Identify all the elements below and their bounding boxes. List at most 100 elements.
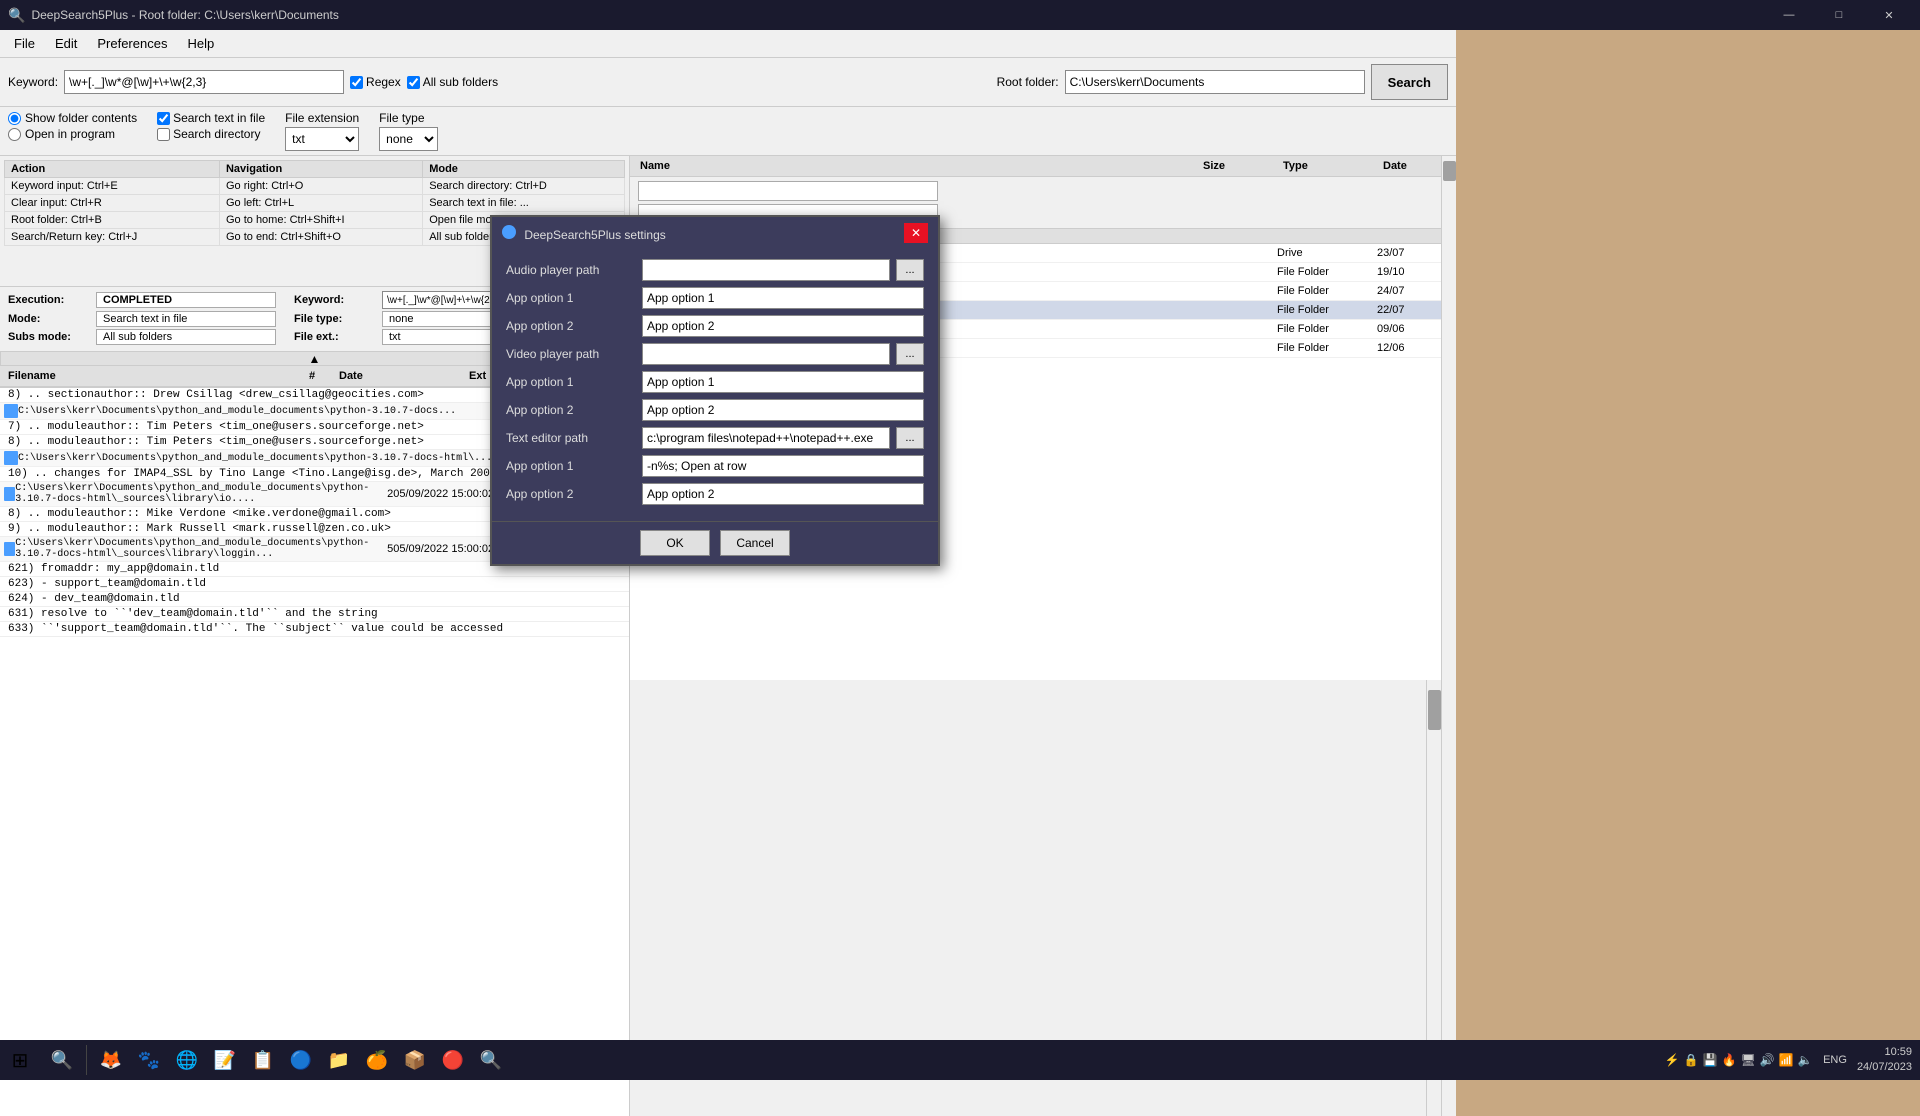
tree-item-type: Drive — [1277, 247, 1377, 259]
all-sub-folders-group[interactable]: All sub folders — [407, 75, 498, 89]
open-in-program-label: Open in program — [25, 127, 115, 141]
search-button[interactable]: Search — [1371, 64, 1448, 100]
video-player-row: Video player path ... — [506, 343, 924, 365]
shortcut-cell: Go left: Ctrl+L — [219, 195, 422, 212]
shortcut-row: Clear input: Ctrl+R Go left: Ctrl+L Sear… — [5, 195, 625, 212]
taskbar-icon-app2[interactable]: 🌐 — [169, 1042, 205, 1078]
search-directory-checkbox[interactable] — [157, 128, 170, 141]
regex-checkbox-group[interactable]: Regex — [350, 75, 401, 89]
filename-col-header: Filename — [4, 368, 305, 384]
tray-icon-2[interactable]: 🔒 — [1683, 1052, 1699, 1068]
video-option1-label: App option 1 — [506, 375, 636, 389]
tray-icon-4[interactable]: 🔥 — [1721, 1052, 1737, 1068]
tray-icon-3[interactable]: 💾 — [1702, 1052, 1718, 1068]
tree-item-type: File Folder — [1277, 285, 1377, 297]
text-editor-row: Text editor path ... — [506, 427, 924, 449]
taskbar-icon-wolf[interactable]: 🦊 — [93, 1042, 129, 1078]
clock-time: 10:59 — [1857, 1045, 1912, 1060]
shortcut-cell: Keyword input: Ctrl+E — [5, 178, 220, 195]
dialog-footer: OK Cancel — [492, 521, 938, 564]
list-item: 623) - support_team@domain.tld — [0, 577, 629, 592]
menu-preferences[interactable]: Preferences — [87, 32, 177, 55]
taskbar-icon-app10[interactable]: 🔍 — [473, 1042, 509, 1078]
search-text-checkbox[interactable] — [157, 112, 170, 125]
menu-bar: File Edit Preferences Help — [0, 30, 1456, 58]
root-folder-input[interactable] — [1065, 70, 1365, 94]
taskbar-icon-app9[interactable]: 🔴 — [435, 1042, 471, 1078]
network-icon[interactable]: 📶 — [1778, 1052, 1794, 1068]
separator — [86, 1045, 87, 1075]
file-type-select[interactable]: none text binary — [379, 127, 438, 151]
search-text-group[interactable]: Search text in file — [157, 111, 265, 125]
far-right-scrollbar[interactable] — [1441, 156, 1456, 1116]
video-option2-row: App option 2 — [506, 399, 924, 421]
language-indicator[interactable]: ENG — [1817, 1054, 1853, 1066]
dialog-close-button[interactable]: ✕ — [904, 223, 928, 243]
scroll-thumb[interactable] — [1443, 161, 1456, 181]
close-button[interactable]: ✕ — [1866, 0, 1912, 30]
text-option2-row: App option 2 — [506, 483, 924, 505]
file-icon — [4, 404, 18, 418]
taskbar-icon-app7[interactable]: 🍊 — [359, 1042, 395, 1078]
taskbar-clock[interactable]: 10:59 24/07/2023 — [1857, 1045, 1912, 1076]
tray-icons: ⚡ 🔒 💾 🔥 🖥 🔊 📶 🔈 — [1664, 1052, 1813, 1068]
text-option1-input[interactable] — [642, 455, 924, 477]
scroll-thumb[interactable] — [1428, 690, 1441, 730]
search-directory-group[interactable]: Search directory — [157, 127, 265, 141]
taskbar-icon-app6[interactable]: 📁 — [321, 1042, 357, 1078]
shortcut-cell: Search text in file: ... — [423, 195, 625, 212]
file-type-group: File type none text binary — [379, 111, 438, 151]
taskbar-icon-search[interactable]: 🔍 — [44, 1042, 80, 1078]
maximize-button[interactable]: □ — [1816, 0, 1862, 30]
tree-search-input1[interactable] — [638, 181, 938, 201]
audio-browse-button[interactable]: ... — [896, 259, 924, 281]
audio-option1-input[interactable] — [642, 287, 924, 309]
sound-icon[interactable]: 🔈 — [1797, 1052, 1813, 1068]
title-bar: 🔍 DeepSearch5Plus - Root folder: C:\User… — [0, 0, 1920, 30]
video-player-input[interactable] — [642, 343, 890, 365]
show-folder-label: Show folder contents — [25, 111, 137, 125]
tree-item-date: 09/06 — [1377, 323, 1437, 335]
video-browse-button[interactable]: ... — [896, 343, 924, 365]
tray-icon-5[interactable]: 🖥 — [1740, 1052, 1756, 1068]
shortcut-cell: Go to end: Ctrl+Shift+O — [219, 229, 422, 246]
keyword-input[interactable] — [64, 70, 344, 94]
taskbar-icon-app4[interactable]: 📋 — [245, 1042, 281, 1078]
shortcut-cell: Clear input: Ctrl+R — [5, 195, 220, 212]
video-option2-input[interactable] — [642, 399, 924, 421]
match-count: 2 — [369, 488, 393, 500]
tray-icon-6[interactable]: 🔊 — [1759, 1052, 1775, 1068]
shortcut-cell: Go to home: Ctrl+Shift+I — [219, 212, 422, 229]
open-in-program-radio[interactable]: Open in program — [8, 127, 137, 141]
file-ext-group: File extension txt * — [285, 111, 359, 151]
taskbar-icon-app3[interactable]: 📝 — [207, 1042, 243, 1078]
shortcut-cell: Search/Return key: Ctrl+J — [5, 229, 220, 246]
taskbar-icon-app8[interactable]: 📦 — [397, 1042, 433, 1078]
taskbar-icon-app1[interactable]: 🐾 — [131, 1042, 167, 1078]
file-ext-select[interactable]: txt * — [285, 127, 359, 151]
show-folder-radio[interactable]: Show folder contents — [8, 111, 137, 125]
keyword-status-label: Keyword: — [294, 294, 374, 306]
list-item: 633) ``'support_team@domain.tld'``. The … — [0, 622, 629, 637]
ok-button[interactable]: OK — [640, 530, 710, 556]
tray-icon-1[interactable]: ⚡ — [1664, 1052, 1680, 1068]
regex-checkbox[interactable] — [350, 76, 363, 89]
start-button[interactable]: ⊞ — [0, 1040, 40, 1080]
text-option2-input[interactable] — [642, 483, 924, 505]
file-icon — [4, 542, 15, 556]
audio-player-input[interactable] — [642, 259, 890, 281]
file-type-label: File type — [379, 111, 438, 125]
cancel-button[interactable]: Cancel — [720, 530, 790, 556]
text-editor-browse-button[interactable]: ... — [896, 427, 924, 449]
video-option1-input[interactable] — [642, 371, 924, 393]
audio-option2-input[interactable] — [642, 315, 924, 337]
menu-help[interactable]: Help — [177, 32, 224, 55]
minimize-button[interactable]: — — [1766, 0, 1812, 30]
text-editor-input[interactable] — [642, 427, 890, 449]
taskbar-icon-app5[interactable]: 🔵 — [283, 1042, 319, 1078]
menu-file[interactable]: File — [4, 32, 45, 55]
all-sub-folders-checkbox[interactable] — [407, 76, 420, 89]
date-col-header: Date — [335, 368, 465, 384]
menu-edit[interactable]: Edit — [45, 32, 87, 55]
audio-option1-row: App option 1 — [506, 287, 924, 309]
